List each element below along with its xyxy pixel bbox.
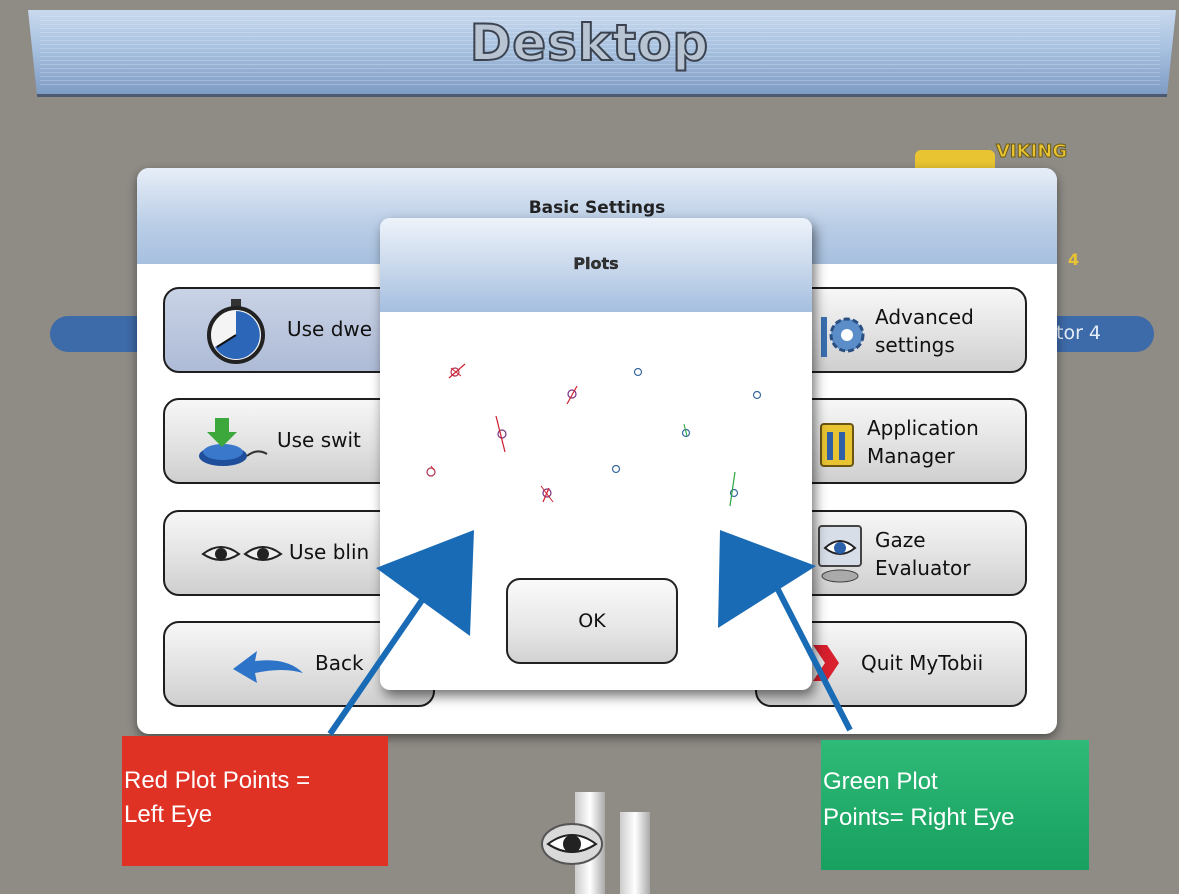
tools-gear-icon: [821, 317, 865, 357]
advanced-settings-label: Advanced settings: [875, 305, 974, 357]
plot-point: [495, 415, 507, 453]
back-arrow-icon: [233, 651, 303, 683]
background-pill-label: tor 4: [1056, 322, 1102, 344]
plots-title: Plots: [573, 254, 619, 273]
monitor-eye-icon: [818, 525, 862, 583]
desktop-title: Desktop: [469, 13, 710, 73]
use-dwell-label: Use dwe: [287, 317, 373, 341]
plot-point: [448, 363, 466, 379]
use-blink-label: Use blin: [289, 540, 370, 564]
plot-point: [611, 464, 621, 474]
switch-download-icon: [199, 418, 268, 466]
plot-point: [540, 485, 554, 503]
basic-settings-title: Basic Settings: [528, 198, 666, 218]
left-eye-note-text: Red Plot Points = Left Eye: [124, 767, 311, 828]
stopwatch-icon: [207, 299, 265, 364]
plot-point: [566, 385, 578, 405]
plot-point: [729, 471, 739, 507]
application-manager-icon: [820, 423, 854, 467]
ok-button[interactable]: OK: [506, 578, 678, 664]
right-eye-annotation: Green Plot Points= Right Eye: [821, 740, 1089, 870]
plot-point: [426, 465, 436, 477]
taskbar-eye-icon[interactable]: [540, 822, 604, 866]
eyes-icon: [201, 546, 283, 561]
plot-point: [633, 367, 643, 377]
viking-logo-text: VIKING: [995, 141, 1068, 163]
quit-mytobii-label: Quit MyTobii: [861, 651, 984, 675]
plot-point: [752, 390, 762, 400]
right-eye-note-text: Green Plot Points= Right Eye: [823, 768, 1015, 831]
gaze-plot-area: [426, 363, 762, 507]
left-eye-annotation: Red Plot Points = Left Eye: [122, 736, 388, 866]
background-label: 4: [1068, 250, 1080, 269]
bottom-bar-right: [620, 812, 650, 894]
application-manager-label: Application Manager: [867, 416, 979, 468]
use-switch-label: Use swit: [277, 428, 361, 452]
plot-point: [681, 423, 691, 438]
quit-x-icon: [813, 645, 839, 681]
gaze-evaluator-label: Gaze Evaluator: [875, 528, 971, 580]
back-label: Back: [315, 651, 364, 675]
